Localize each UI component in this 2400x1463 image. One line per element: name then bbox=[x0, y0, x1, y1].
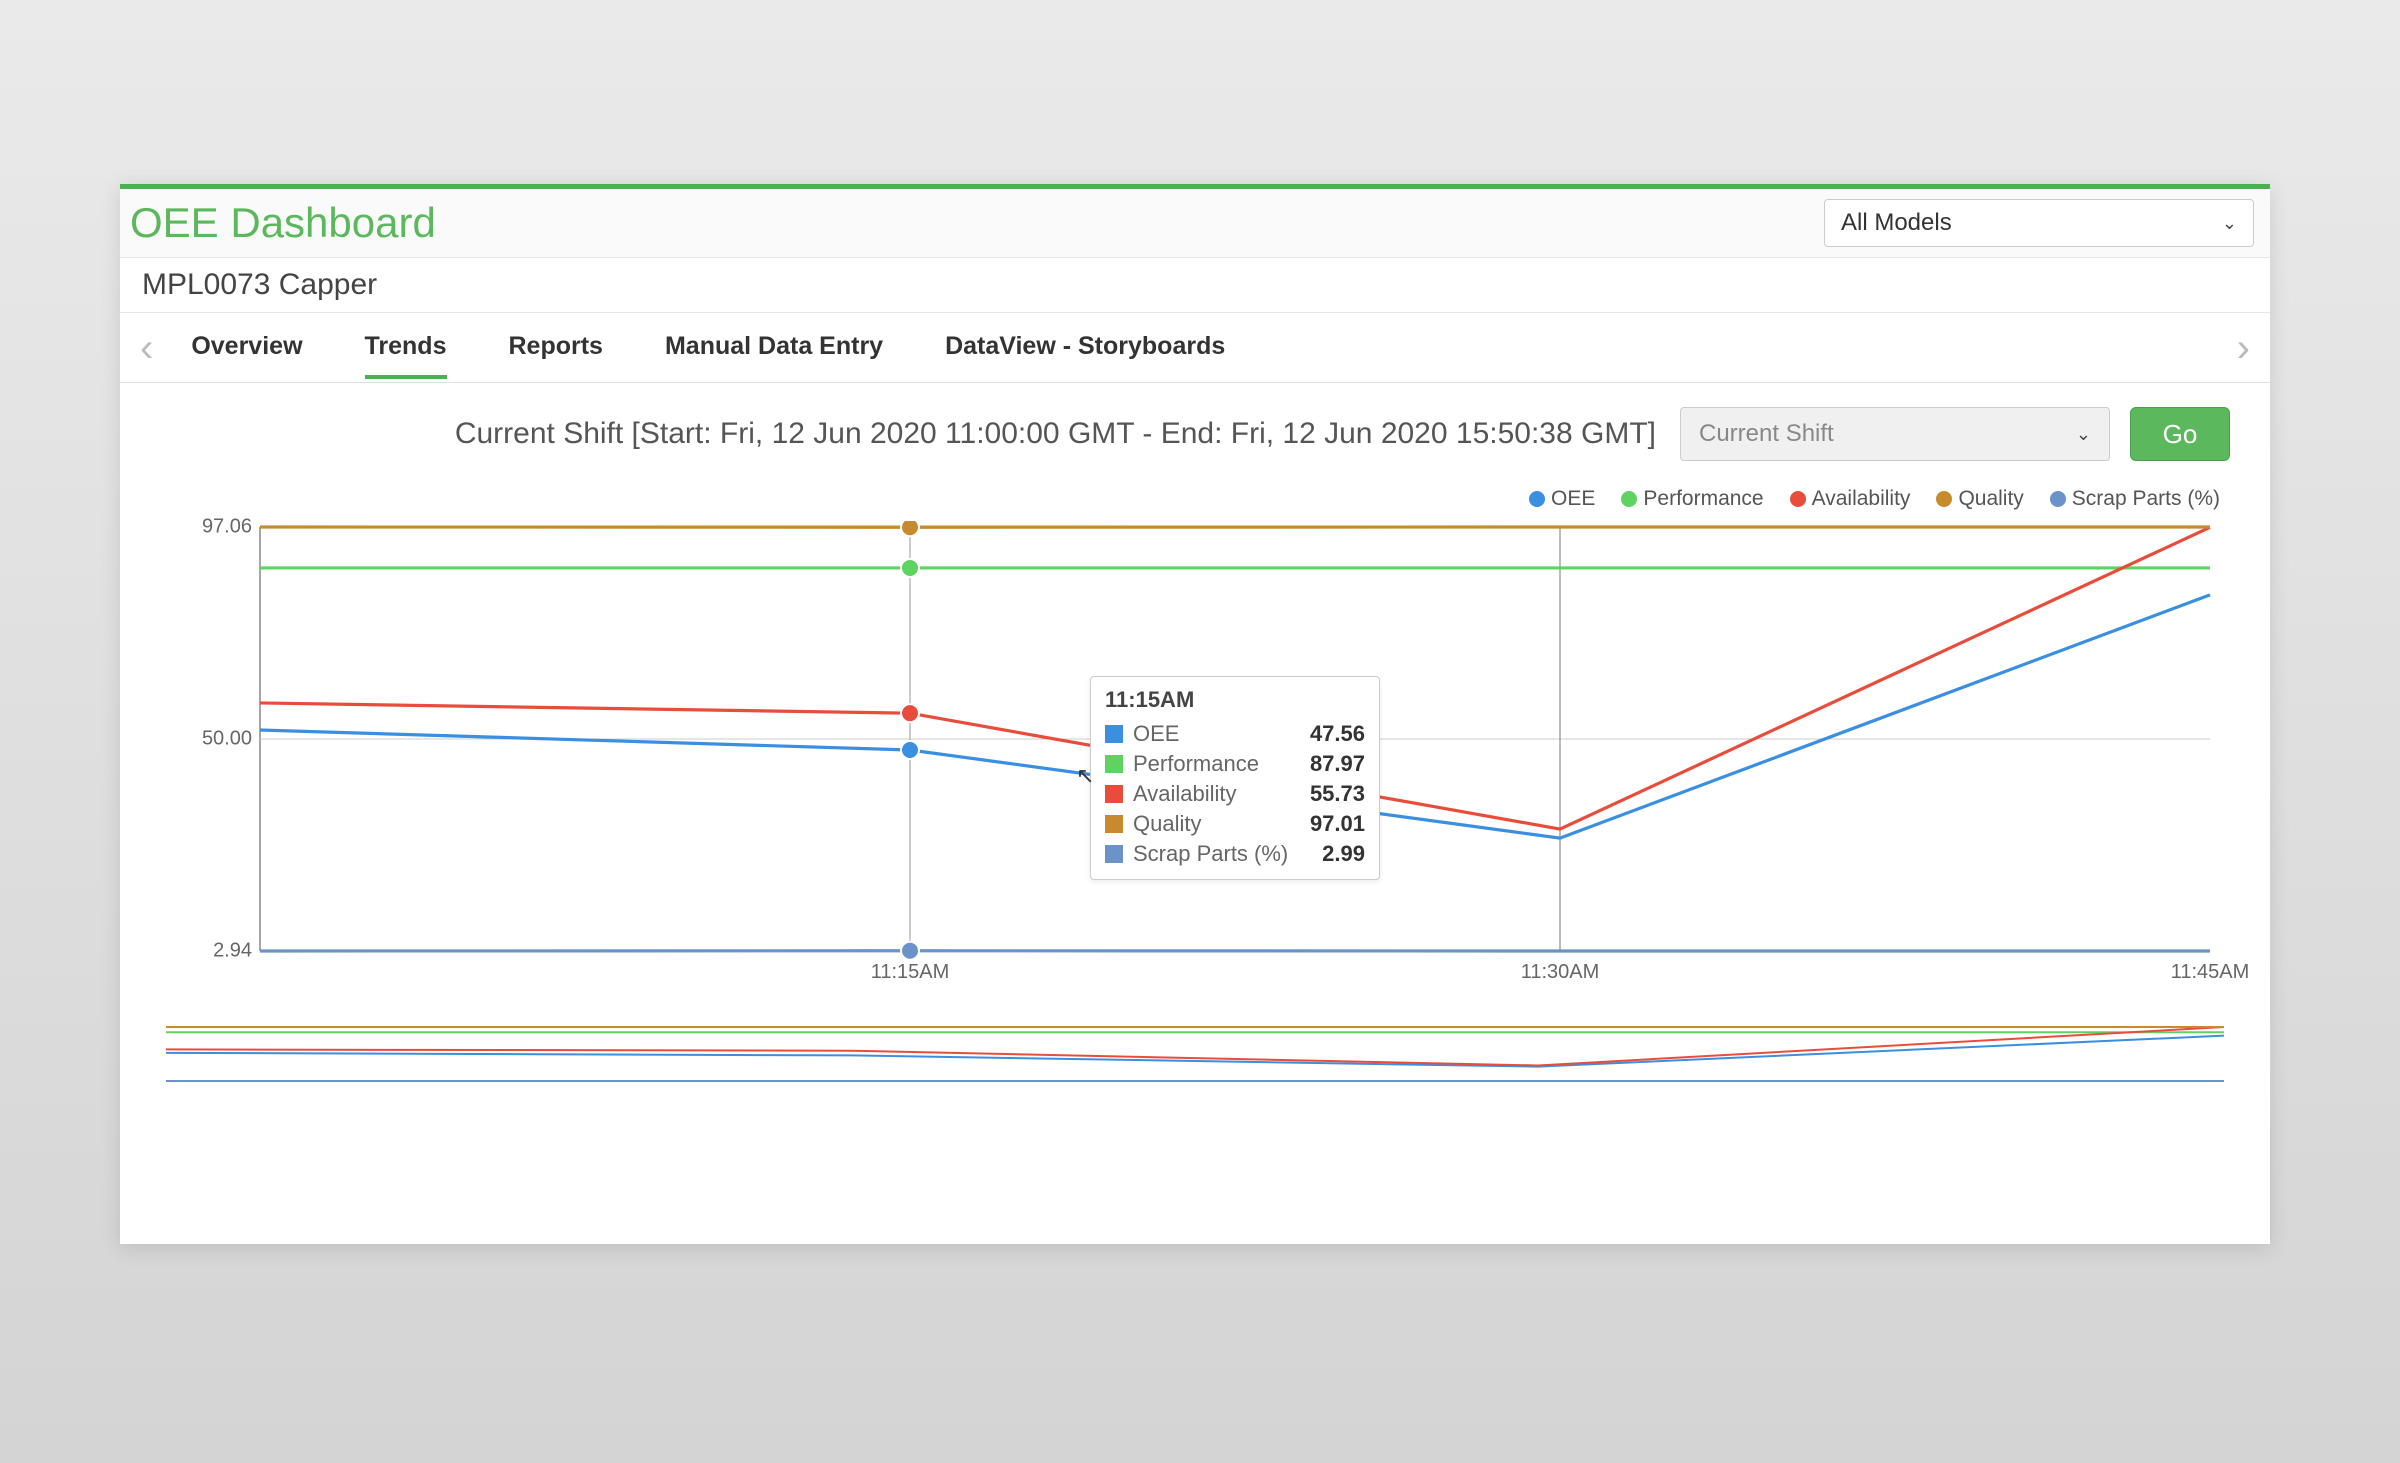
tab-reports[interactable]: Reports bbox=[509, 316, 603, 379]
model-select[interactable]: All Models ⌄ bbox=[1824, 199, 2254, 247]
legend-dot-icon bbox=[1529, 491, 1545, 507]
chevron-down-icon: ⌄ bbox=[2076, 424, 2091, 445]
page-title: OEE Dashboard bbox=[130, 199, 436, 247]
tabs-next-arrow[interactable]: › bbox=[2235, 328, 2252, 368]
legend-label: Scrap Parts (%) bbox=[2072, 487, 2220, 511]
tooltip-series-value: 87.97 bbox=[1310, 751, 1365, 777]
tooltip-swatch-icon bbox=[1105, 785, 1123, 803]
tooltip-row: Performance 87.97 bbox=[1105, 749, 1365, 779]
chart-area: OEEPerformanceAvailabilityQualityScrap P… bbox=[160, 481, 2230, 991]
legend-label: OEE bbox=[1551, 487, 1595, 511]
tooltip-series-name: Scrap Parts (%) bbox=[1133, 841, 1312, 867]
legend: OEE Performance Availability Quality Scrap P… bbox=[160, 481, 2230, 521]
header: OEE Dashboard All Models ⌄ bbox=[120, 189, 2270, 258]
tooltip-series-name: OEE bbox=[1133, 721, 1300, 747]
legend-item-oee[interactable]: OEE bbox=[1529, 487, 1595, 511]
tabs-prev-arrow[interactable]: ‹ bbox=[138, 328, 155, 368]
tab-overview[interactable]: Overview bbox=[191, 316, 302, 379]
shift-select-placeholder: Current Shift bbox=[1699, 420, 1834, 448]
shift-select[interactable]: Current Shift ⌄ bbox=[1680, 407, 2110, 461]
x-axis-tick: 11:45AM bbox=[2171, 961, 2250, 984]
legend-label: Availability bbox=[1812, 487, 1911, 511]
main-chart[interactable]: 11:15AM OEE47.56Performance87.97Availabi… bbox=[160, 521, 2230, 991]
app-frame: OEE Dashboard All Models ⌄ MPL0073 Cappe… bbox=[120, 184, 2270, 1244]
asset-name: MPL0073 Capper bbox=[120, 258, 2270, 313]
chart-tooltip: 11:15AM OEE47.56Performance87.97Availabi… bbox=[1090, 676, 1380, 880]
tab-dataview-storyboards[interactable]: DataView - Storyboards bbox=[945, 316, 1225, 379]
legend-dot-icon bbox=[1936, 491, 1952, 507]
tooltip-swatch-icon bbox=[1105, 755, 1123, 773]
y-axis-tick: 97.06 bbox=[202, 516, 252, 539]
tooltip-row: Availability 55.73 bbox=[1105, 779, 1365, 809]
chevron-down-icon: ⌄ bbox=[2222, 213, 2237, 234]
y-axis-tick: 50.00 bbox=[202, 728, 252, 751]
tooltip-row: OEE 47.56 bbox=[1105, 719, 1365, 749]
legend-item-performance[interactable]: Performance bbox=[1621, 487, 1763, 511]
tooltip-series-name: Performance bbox=[1133, 751, 1300, 777]
x-axis-tick: 11:30AM bbox=[1521, 961, 1600, 984]
tooltip-series-name: Quality bbox=[1133, 811, 1300, 837]
tooltip-swatch-icon bbox=[1105, 815, 1123, 833]
model-select-value: All Models bbox=[1841, 209, 1952, 237]
tooltip-series-value: 97.01 bbox=[1310, 811, 1365, 837]
tooltip-series-value: 55.73 bbox=[1310, 781, 1365, 807]
y-axis-tick: 2.94 bbox=[213, 940, 252, 963]
legend-label: Performance bbox=[1643, 487, 1763, 511]
legend-dot-icon bbox=[1790, 491, 1806, 507]
x-axis-tick: 11:15AM bbox=[871, 961, 950, 984]
legend-item-quality[interactable]: Quality bbox=[1936, 487, 2023, 511]
controls-row: Current Shift [Start: Fri, 12 Jun 2020 1… bbox=[120, 383, 2270, 471]
tab-manual-data-entry[interactable]: Manual Data Entry bbox=[665, 316, 883, 379]
tabs: Overview Trends Reports Manual Data Entry Da… bbox=[191, 316, 1225, 379]
shift-range-label: Current Shift [Start: Fri, 12 Jun 2020 1… bbox=[455, 417, 1656, 451]
tabs-row: ‹ Overview Trends Reports Manual Data Entry… bbox=[120, 313, 2270, 383]
tooltip-series-value: 2.99 bbox=[1322, 841, 1365, 867]
tooltip-time: 11:15AM bbox=[1105, 687, 1365, 713]
tab-trends[interactable]: Trends bbox=[365, 316, 447, 379]
legend-item-availability[interactable]: Availability bbox=[1790, 487, 1911, 511]
overview-minimap[interactable] bbox=[160, 1025, 2230, 1083]
legend-dot-icon bbox=[1621, 491, 1637, 507]
tooltip-series-value: 47.56 bbox=[1310, 721, 1365, 747]
legend-label: Quality bbox=[1958, 487, 2023, 511]
legend-dot-icon bbox=[2050, 491, 2066, 507]
tooltip-row: Quality 97.01 bbox=[1105, 809, 1365, 839]
go-button[interactable]: Go bbox=[2130, 407, 2230, 461]
legend-item-scrap-parts-[interactable]: Scrap Parts (%) bbox=[2050, 487, 2220, 511]
tooltip-swatch-icon bbox=[1105, 845, 1123, 863]
tooltip-row: Scrap Parts (%) 2.99 bbox=[1105, 839, 1365, 869]
tooltip-swatch-icon bbox=[1105, 725, 1123, 743]
tooltip-series-name: Availability bbox=[1133, 781, 1300, 807]
